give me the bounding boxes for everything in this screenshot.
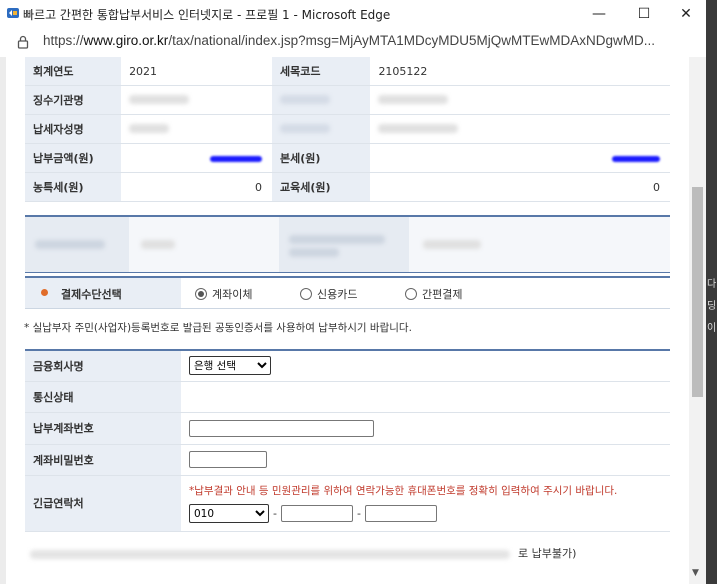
blurred-label-2 <box>279 217 409 272</box>
phone-inputs: 010 - - <box>189 504 670 523</box>
footer-note: 로 납부불가) <box>30 545 576 561</box>
radio-account-transfer[interactable]: 계좌이체 <box>195 286 252 302</box>
status-value <box>181 381 670 413</box>
browser-window: 빠르고 간편한 통합납부서비스 인터넷지로 - 프로필 1 - Microsof… <box>0 0 707 584</box>
education-tax-label: 교육세(원) <box>271 172 371 202</box>
table-row: 긴급연락처 *납부결과 안내 등 민원관리를 위하여 연락가능한 휴대폰번호를 … <box>25 475 670 532</box>
table-row: 계좌비밀번호 <box>25 444 670 476</box>
radio-label: 간편결제 <box>422 288 463 301</box>
collector-value-2 <box>370 85 670 115</box>
tax-info-table: 회계연도 2021 세목코드 2105122 징수기관명 납세자성명 납부금액(… <box>25 57 670 202</box>
amount-value <box>121 143 272 173</box>
fiscal-year-value: 2021 <box>121 57 272 86</box>
url-host: www.giro.or.kr <box>83 33 169 48</box>
scroll-down-icon[interactable]: ▼ <box>692 568 699 578</box>
side-label: 딩 <box>707 301 717 312</box>
account-password-label: 계좌비밀번호 <box>25 444 181 476</box>
taxpayer-value-2 <box>370 114 670 144</box>
radio-easy-pay[interactable]: 간편결제 <box>405 286 462 302</box>
bank-select[interactable]: 은행 선택 <box>189 356 271 376</box>
payment-method-row: 결제수단선택 계좌이체 신용카드 간편결제 <box>25 276 670 309</box>
url-scheme: https:// <box>43 33 84 48</box>
background-window-labels: 다 딩 이 <box>707 275 717 341</box>
close-button[interactable]: ✕ <box>666 0 706 27</box>
taxpayer-label-2 <box>271 114 371 144</box>
table-row: 농특세(원) 0 교육세(원) 0 <box>25 172 670 202</box>
dash-separator: - <box>356 507 361 520</box>
blurred-label <box>25 217 129 272</box>
page-content: 회계연도 2021 세목코드 2105122 징수기관명 납세자성명 납부금액(… <box>0 57 706 584</box>
bank-label: 금융회사명 <box>25 350 181 382</box>
payment-method-label: 결제수단선택 <box>61 288 122 301</box>
radio-icon <box>300 288 312 300</box>
radio-icon <box>405 288 417 300</box>
account-number-input[interactable] <box>189 419 374 437</box>
password-cell <box>181 444 670 476</box>
blurred-value-2 <box>409 217 670 272</box>
payment-method-header: 결제수단선택 <box>25 278 181 308</box>
footer-text: 로 납부불가) <box>518 547 577 560</box>
principal-tax-label: 본세(원) <box>271 143 371 173</box>
side-label: 다 <box>707 279 717 290</box>
tax-code-label: 세목코드 <box>271 57 371 86</box>
tax-code-value: 2105122 <box>370 57 670 86</box>
url-text[interactable]: https://www.giro.or.kr/tax/national/inde… <box>43 33 655 48</box>
blurred-footer <box>30 549 510 559</box>
title-bar: 빠르고 간편한 통합납부서비스 인터넷지로 - 프로필 1 - Microsof… <box>0 0 706 27</box>
bank-cell: 은행 선택 <box>181 350 670 382</box>
table-row: 납세자성명 <box>25 114 670 144</box>
account-number-label: 납부계좌번호 <box>25 412 181 445</box>
window-title: 빠르고 간편한 통합납부서비스 인터넷지로 - 프로필 1 - Microsof… <box>23 8 391 22</box>
contact-cell: *납부결과 안내 등 민원관리를 위하여 연락가능한 휴대폰번호를 정확히 입력… <box>181 475 670 532</box>
radio-credit-card[interactable]: 신용카드 <box>300 286 357 302</box>
status-label: 통신상태 <box>25 381 181 413</box>
amount-label: 납부금액(원) <box>25 143 122 173</box>
education-tax-value: 0 <box>370 172 670 202</box>
url-path: /tax/national/index.jsp?msg=MjAyMTA1MDcy… <box>168 33 656 48</box>
giro-logo-icon <box>7 8 19 18</box>
emergency-contact-label: 긴급연락처 <box>25 475 181 532</box>
phone-last-input[interactable] <box>364 505 437 522</box>
phone-middle-input[interactable] <box>280 505 353 522</box>
collector-label: 징수기관명 <box>25 85 122 115</box>
account-cell <box>181 412 670 445</box>
maximize-button[interactable]: ☐ <box>624 0 664 27</box>
rural-tax-value: 0 <box>121 172 272 202</box>
vertical-scrollbar[interactable]: ▼ <box>689 57 706 584</box>
collector-label-2 <box>271 85 371 115</box>
table-row: 회계연도 2021 세목코드 2105122 <box>25 57 670 86</box>
phone-prefix-select[interactable]: 010 <box>189 504 269 523</box>
contact-notice: *납부결과 안내 등 민원관리를 위하여 연락가능한 휴대폰번호를 정확히 입력… <box>189 485 618 497</box>
table-row: 징수기관명 <box>25 85 670 115</box>
table-row: 납부금액(원) 본세(원) <box>25 143 670 173</box>
radio-label: 계좌이체 <box>212 288 253 301</box>
blurred-section <box>25 215 670 273</box>
address-bar[interactable]: https://www.giro.or.kr/tax/national/inde… <box>0 27 706 58</box>
scrollbar-thumb[interactable] <box>692 187 703 397</box>
radio-icon <box>195 288 207 300</box>
payment-form-table: 금융회사명 은행 선택 통신상태 납부계좌번호 계좌비밀번호 긴급연락처 *납부… <box>25 349 670 532</box>
taxpayer-label: 납세자성명 <box>25 114 122 144</box>
lock-icon <box>17 35 29 49</box>
account-password-input[interactable] <box>189 451 267 468</box>
table-row: 통신상태 <box>25 381 670 413</box>
rural-tax-label: 농특세(원) <box>25 172 122 202</box>
minimize-button[interactable]: — <box>579 0 619 27</box>
principal-tax-value <box>370 143 670 173</box>
radio-label: 신용카드 <box>317 288 358 301</box>
certificate-notice: * 실납부자 주민(사업자)등록번호로 발급된 공동인증서를 사용하여 납부하시… <box>24 322 412 334</box>
blurred-value <box>129 217 279 272</box>
fiscal-year-label: 회계연도 <box>25 57 122 86</box>
dash-separator: - <box>273 507 277 520</box>
left-edge <box>0 57 6 584</box>
collector-value <box>121 85 272 115</box>
side-label: 이 <box>707 323 717 334</box>
bullet-icon <box>41 289 48 296</box>
taxpayer-value <box>121 114 272 144</box>
table-row: 납부계좌번호 <box>25 412 670 445</box>
table-row: 금융회사명 은행 선택 <box>25 350 670 382</box>
